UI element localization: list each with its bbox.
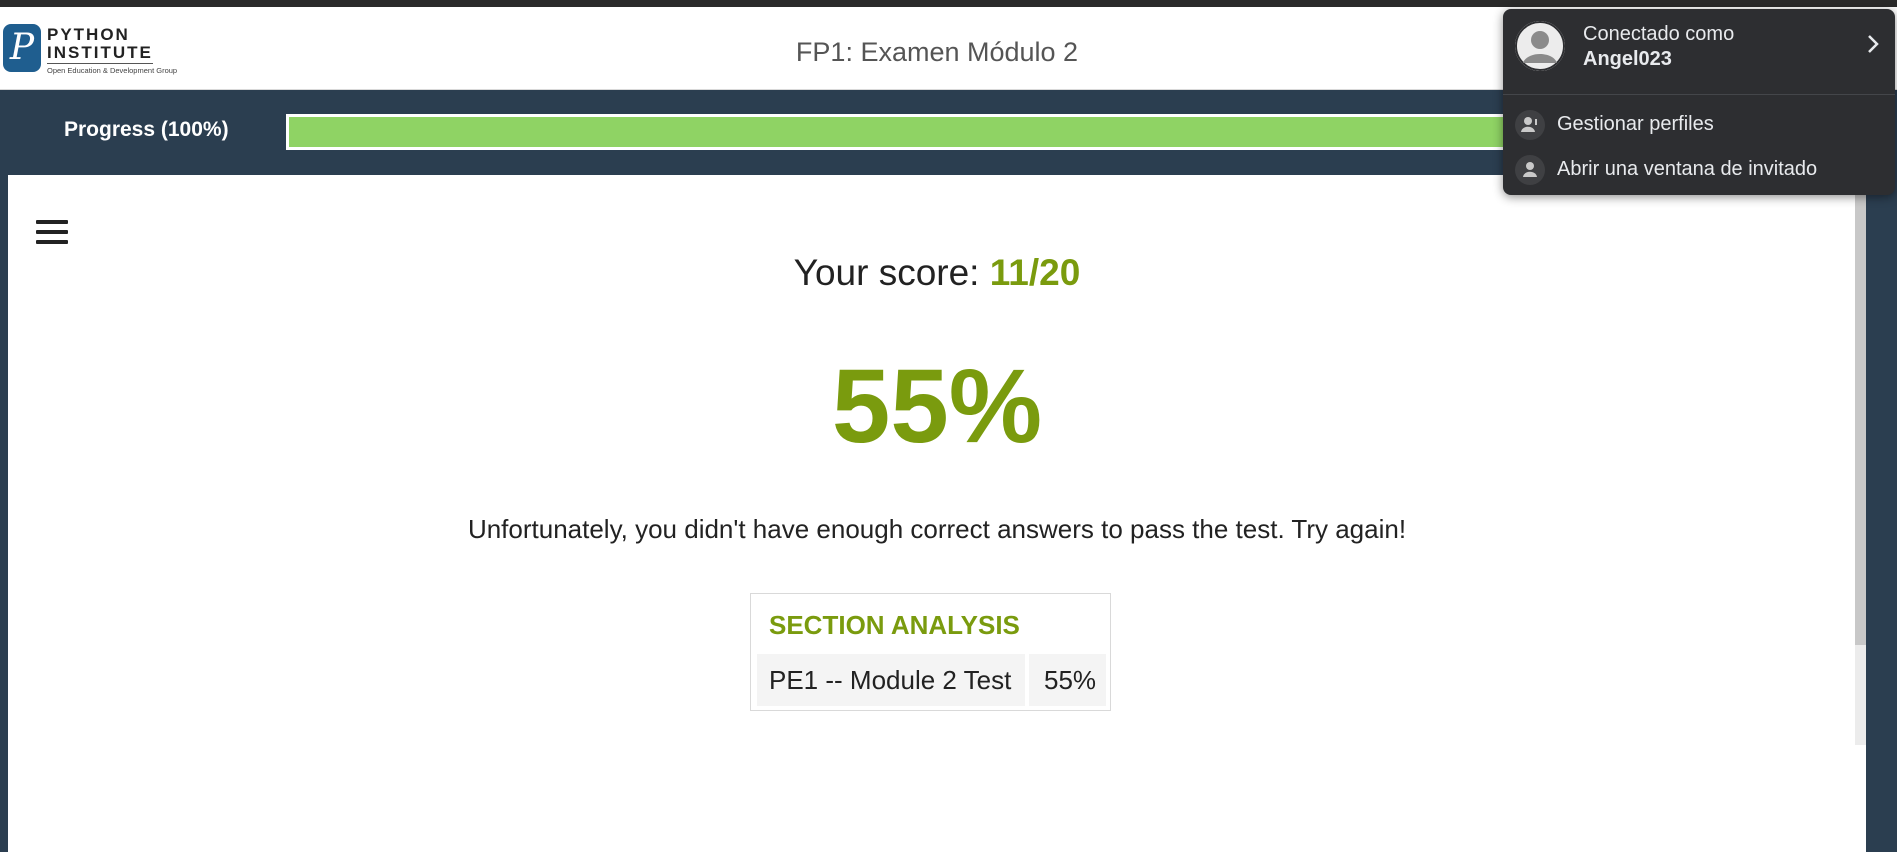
manage-profiles-label: Gestionar perfiles <box>1557 113 1714 135</box>
score-line: Your score: 11/20 <box>0 252 1874 294</box>
section-score-cell: 55% <box>1029 654 1106 706</box>
manage-profiles-item[interactable]: Gestionar perfiles <box>1503 100 1895 150</box>
connected-as-label: Conectado como <box>1583 23 1735 45</box>
progress-label: Progress (100%) <box>64 118 229 141</box>
section-name-cell: PE1 -- Module 2 Test <box>757 654 1025 706</box>
profile-header[interactable]: Conectado como Angel023 <box>1503 9 1895 94</box>
hamburger-menu-icon[interactable] <box>36 220 68 248</box>
score-percent: 55% <box>831 348 1043 465</box>
section-analysis-title: SECTION ANALYSIS <box>769 610 1020 640</box>
profile-username: Angel023 <box>1583 48 1672 70</box>
profile-menu-popup: Conectado como Angel023 Gestionar perfil… <box>1503 9 1895 195</box>
guest-window-label: Abrir una ventana de invitado <box>1557 158 1818 180</box>
guest-icon <box>1515 155 1545 185</box>
guest-window-item[interactable]: Abrir una ventana de invitado <box>1503 145 1895 195</box>
popup-divider <box>1503 94 1895 95</box>
chevron-right-icon <box>1863 32 1883 56</box>
section-analysis-panel: SECTION ANALYSIS PE1 -- Module 2 Test 55… <box>750 593 1111 711</box>
score-value: 11/20 <box>989 252 1081 293</box>
avatar-icon <box>1515 21 1565 71</box>
manage-profiles-icon <box>1515 110 1545 140</box>
score-label: Your score: <box>793 252 980 293</box>
browser-top-strip <box>0 0 1897 7</box>
result-message: Unfortunately, you didn't have enough co… <box>467 514 1407 544</box>
